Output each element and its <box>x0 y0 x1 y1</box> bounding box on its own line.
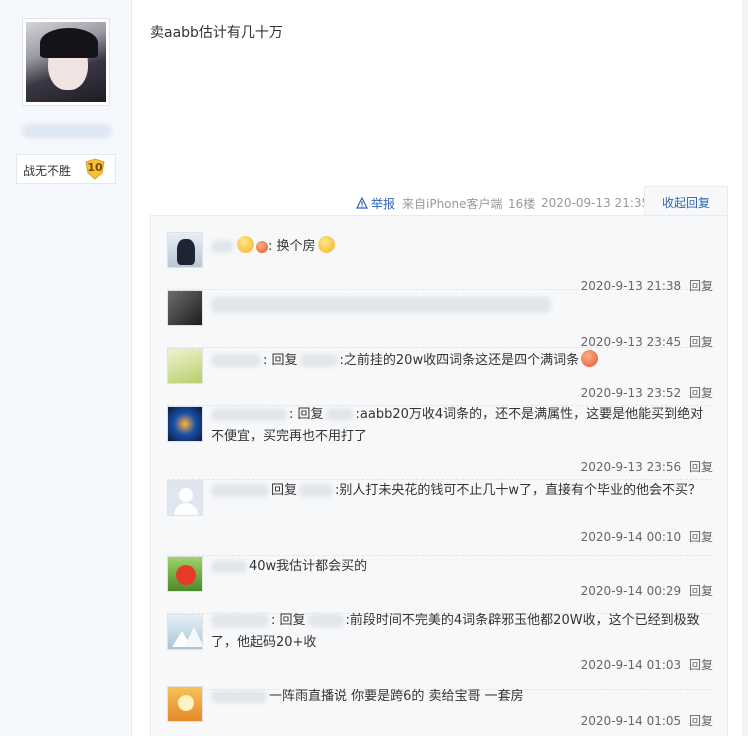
username-blurred[interactable] <box>211 408 287 421</box>
author-avatar[interactable] <box>22 18 110 106</box>
level-number: 10 <box>87 161 103 174</box>
reply-prefix: 回复 <box>271 483 298 498</box>
list-item: 40w我估计都会买的 2020-9-14 00:29 回复 <box>167 556 713 614</box>
emoji-icon <box>581 350 599 367</box>
reply-time: 2020-9-14 01:05 <box>580 714 682 728</box>
reply-panel: : 换个房 2020-9-13 21:38 回复 2020-9-13 23:45… <box>150 215 728 736</box>
page-edge <box>742 0 748 736</box>
reply-prefix: : 回复 <box>271 613 306 628</box>
post-source: 来自iPhone客户端 <box>402 196 503 211</box>
author-avatar-image <box>26 22 106 102</box>
reply-link[interactable]: 回复 <box>689 658 713 672</box>
reply-avatar[interactable] <box>167 686 203 722</box>
reply-time: 2020-9-14 00:10 <box>580 530 682 544</box>
mention-blurred[interactable] <box>299 354 338 367</box>
emoji-icon <box>237 236 254 253</box>
reply-time: 2020-9-13 23:52 <box>580 386 682 400</box>
username-blurred[interactable] <box>211 614 269 627</box>
reply-avatar[interactable] <box>167 348 203 384</box>
warning-icon <box>356 197 368 209</box>
reply-time: 2020-9-13 23:45 <box>580 335 682 349</box>
list-item: 回复 :别人打未央花的钱可不止几十w了，直接有个毕业的他会不买？ 2020-9-1… <box>167 480 713 556</box>
post-time: 2020-09-13 21:35 <box>541 196 650 210</box>
report-link[interactable]: 举报 <box>356 194 395 212</box>
reply-text: :之前挂的20w收四词条这还是四个满词条 <box>339 353 580 368</box>
collapse-replies-button[interactable]: 收起回复 <box>644 186 728 216</box>
level-badge-icon: 10 <box>83 157 107 181</box>
author-rank-badge[interactable]: 战无不胜 10 <box>16 154 116 184</box>
mention-blurred[interactable] <box>325 408 354 421</box>
list-item: : 回复:前段时间不完美的4词条辟邪玉他都20W收，这个已经到极致了，他起码20… <box>167 613 713 690</box>
reply-text: 一阵雨直播说 你要是跨6的 卖给宝哥 一套房 <box>269 689 524 704</box>
list-item: 2020-9-13 23:45 回复 <box>167 290 713 349</box>
reply-link[interactable]: 回复 <box>689 584 713 598</box>
reply-time: 2020-9-14 01:03 <box>580 658 682 672</box>
reply-text: 40w我估计都会买的 <box>249 559 368 574</box>
reply-text: :别人打未央花的钱可不止几十w了，直接有个毕业的他会不买？ <box>335 483 702 498</box>
post-content: 卖aabb估计有几十万 <box>150 25 283 41</box>
author-name-blurred <box>22 124 112 138</box>
reply-avatar[interactable] <box>167 480 203 516</box>
reply-avatar[interactable] <box>167 556 203 592</box>
username-blurred[interactable] <box>211 484 269 497</box>
username-blurred[interactable] <box>211 240 233 253</box>
username-blurred[interactable] <box>211 354 261 367</box>
reply-avatar[interactable] <box>167 614 203 650</box>
list-item: : 回复 :之前挂的20w收四词条这还是四个满词条 2020-9-13 23:52… <box>167 348 713 406</box>
reply-time: 2020-9-14 00:29 <box>580 584 682 598</box>
username-blurred[interactable] <box>211 560 247 573</box>
reply-link[interactable]: 回复 <box>689 386 713 400</box>
author-sidebar: 战无不胜 10 <box>0 0 132 736</box>
reply-text: : 换个房 <box>268 239 316 254</box>
emoji-icon <box>317 236 335 253</box>
reply-link[interactable]: 回复 <box>689 714 713 728</box>
list-item: : 回复:aabb20万收4词条的，还不是满属性，这要是他能买到绝对不便宜，买完… <box>167 406 713 480</box>
emoji-icon <box>256 241 268 253</box>
list-item: 一阵雨直播说 你要是跨6的 卖给宝哥 一套房 2020-9-14 01:05 回… <box>167 686 713 736</box>
username-blurred[interactable] <box>211 690 267 703</box>
post-floor: 16楼 <box>508 196 536 211</box>
reply-link[interactable]: 回复 <box>689 530 713 544</box>
reply-avatar[interactable] <box>167 232 203 268</box>
reply-avatar[interactable] <box>167 290 203 326</box>
reply-text-blurred <box>211 296 551 313</box>
mention-blurred[interactable] <box>299 484 334 497</box>
reply-time: 2020-9-13 23:56 <box>580 460 682 474</box>
reply-prefix: : 回复 <box>263 353 298 368</box>
mention-blurred[interactable] <box>307 614 344 627</box>
reply-link[interactable]: 回复 <box>689 335 713 349</box>
report-label: 举报 <box>371 196 396 211</box>
list-item: : 换个房 2020-9-13 21:38 回复 <box>167 232 713 293</box>
rank-title: 战无不胜 <box>23 164 72 178</box>
reply-prefix: : 回复 <box>289 407 324 422</box>
reply-avatar[interactable] <box>167 406 203 442</box>
reply-link[interactable]: 回复 <box>689 460 713 474</box>
